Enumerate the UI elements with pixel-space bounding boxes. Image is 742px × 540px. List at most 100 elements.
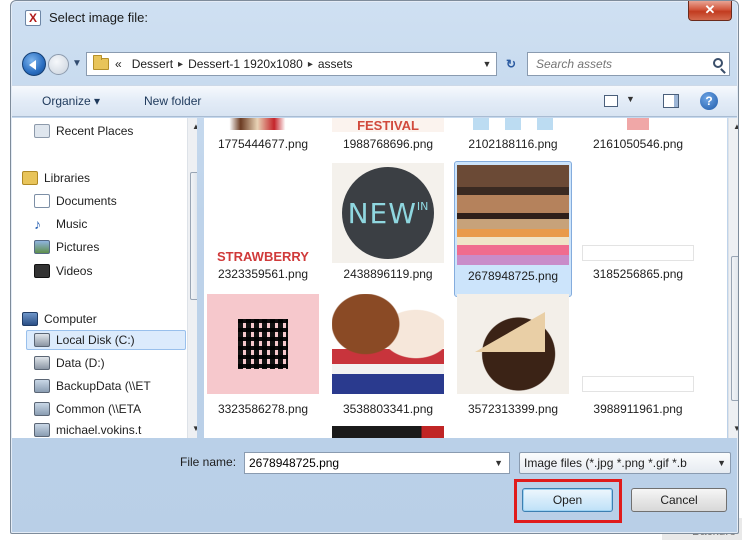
thumbnail-image bbox=[332, 294, 444, 394]
nav-label: Computer bbox=[44, 312, 97, 326]
music-note-icon: ♪ bbox=[34, 216, 41, 232]
nav-item-videos[interactable]: Videos bbox=[34, 264, 92, 278]
file-name-dropdown-icon[interactable]: ▼ bbox=[494, 458, 503, 468]
search-icon[interactable] bbox=[713, 58, 723, 68]
nav-item-music[interactable]: ♪ Music bbox=[34, 217, 87, 231]
preview-pane-icon[interactable] bbox=[663, 94, 679, 108]
thumbnail-text: FESTIVAL bbox=[357, 118, 419, 133]
help-icon[interactable]: ? bbox=[700, 92, 718, 110]
breadcrumb-separator-icon[interactable]: ▸ bbox=[178, 59, 183, 70]
file-name: 3988911961.png bbox=[593, 402, 683, 416]
nav-item-common[interactable]: Common (\\ETA bbox=[34, 402, 141, 416]
file-name: 2161050546.png bbox=[592, 137, 684, 151]
network-drive-icon bbox=[34, 402, 50, 416]
drive-icon bbox=[34, 333, 50, 347]
breadcrumb-dessert-1[interactable]: Dessert-1 1920x1080 bbox=[188, 57, 303, 71]
nav-item-pictures[interactable]: Pictures bbox=[34, 240, 99, 254]
nav-label: Recent Places bbox=[56, 124, 134, 138]
search-box[interactable] bbox=[527, 52, 730, 76]
nav-label: Local Disk (C:) bbox=[56, 333, 135, 347]
nav-item-libraries[interactable]: Libraries bbox=[22, 171, 90, 185]
thumbnail-text: STRAWBERRY bbox=[217, 249, 309, 264]
scroll-down-icon[interactable]: ▼ bbox=[192, 424, 197, 433]
cancel-button[interactable]: Cancel bbox=[631, 488, 727, 512]
network-drive-icon bbox=[34, 379, 50, 393]
nav-label: Videos bbox=[56, 264, 93, 278]
libraries-icon bbox=[22, 171, 38, 185]
nav-scrollbar[interactable]: ▲ ▼ bbox=[187, 118, 197, 438]
filter-dropdown-icon[interactable]: ▼ bbox=[717, 458, 726, 468]
badge-sup-text: IN bbox=[416, 199, 429, 213]
nav-label: Data (D:) bbox=[56, 356, 105, 370]
nav-item-local-disk[interactable]: Local Disk (C:) bbox=[34, 333, 135, 347]
nav-item-data-d[interactable]: Data (D:) bbox=[34, 356, 105, 370]
forward-arrow-icon[interactable] bbox=[48, 54, 69, 75]
breadcrumb-dessert[interactable]: Dessert bbox=[132, 57, 173, 71]
file-type-filter[interactable]: Image files (*.jpg *.png *.gif *.b ▼ bbox=[519, 452, 731, 474]
file-name: 2438896119.png bbox=[343, 267, 433, 281]
videos-icon bbox=[34, 264, 50, 278]
thumbnail-image bbox=[332, 426, 444, 438]
recent-places-icon bbox=[34, 124, 50, 138]
thumbnail-image: NEW IN bbox=[332, 163, 444, 263]
nav-item-documents[interactable]: Documents bbox=[34, 194, 117, 208]
nav-item-backupdata[interactable]: BackupData (\\ET bbox=[34, 379, 151, 393]
file-name-input[interactable] bbox=[245, 453, 475, 473]
nav-label: michael.vokins.t bbox=[56, 423, 142, 437]
file-name: 1988768696.png bbox=[342, 137, 434, 151]
address-dropdown-icon[interactable]: ▼ bbox=[478, 59, 496, 69]
nav-label: BackupData (\\ET bbox=[56, 379, 151, 393]
nav-label: Pictures bbox=[56, 240, 100, 254]
scroll-down-icon[interactable]: ▼ bbox=[733, 424, 738, 433]
nav-label: Music bbox=[56, 217, 88, 231]
file-name: 2678948725.png bbox=[467, 269, 559, 283]
file-scroll-thumb[interactable] bbox=[731, 256, 738, 401]
title-bar: X Select image file: ✕ bbox=[11, 1, 738, 35]
nav-label: Libraries bbox=[44, 171, 91, 185]
pictures-icon bbox=[34, 240, 50, 254]
nav-item-computer[interactable]: Computer bbox=[22, 312, 97, 326]
thumbnail-image bbox=[207, 118, 319, 130]
navigation-pane: Recent Places Libraries Documents ♪ Musi… bbox=[12, 118, 197, 438]
breadcrumb-separator-icon[interactable]: ▸ bbox=[308, 59, 313, 70]
qr-code-icon bbox=[238, 319, 288, 369]
new-folder-button[interactable]: New folder bbox=[144, 94, 201, 108]
thumbnail-image bbox=[582, 376, 694, 392]
network-drive-icon bbox=[34, 423, 50, 437]
scroll-up-icon[interactable]: ▲ bbox=[192, 122, 197, 131]
nav-item-recent-places[interactable]: Recent Places bbox=[34, 124, 133, 138]
breadcrumb-assets[interactable]: assets bbox=[318, 57, 353, 71]
documents-icon bbox=[34, 194, 50, 208]
nav-item-michael[interactable]: michael.vokins.t bbox=[34, 423, 141, 437]
scroll-up-icon[interactable]: ▲ bbox=[733, 122, 738, 131]
file-name: 3572313399.png bbox=[467, 402, 559, 416]
thumbnail-image: STRAWBERRY bbox=[207, 249, 319, 265]
drive-icon bbox=[34, 356, 50, 370]
search-input[interactable] bbox=[536, 57, 696, 71]
file-name: 3538803341.png bbox=[342, 402, 434, 416]
view-options-icon[interactable] bbox=[604, 95, 618, 107]
thumbnail-image bbox=[582, 245, 694, 261]
command-toolbar: Organize ▾ New folder ▼ ? bbox=[12, 85, 737, 117]
address-bar[interactable]: « Dessert ▸ Dessert-1 1920x1080 ▸ assets… bbox=[86, 52, 497, 76]
thumbnail-image bbox=[457, 118, 569, 130]
app-icon: X bbox=[25, 10, 41, 26]
file-name: 3185256865.png bbox=[592, 267, 684, 281]
open-button-highlight-annotation bbox=[514, 479, 622, 523]
breadcrumb-overflow[interactable]: « bbox=[115, 57, 122, 71]
thumbnail-image bbox=[457, 165, 569, 265]
back-arrow-icon[interactable] bbox=[22, 52, 46, 76]
badge-text: NEW bbox=[347, 196, 417, 230]
close-button[interactable]: ✕ bbox=[688, 1, 732, 21]
nav-scroll-thumb[interactable] bbox=[190, 172, 197, 300]
file-scrollbar[interactable]: ▲ ▼ bbox=[728, 118, 738, 438]
thumbnail-image bbox=[582, 118, 694, 130]
thumbnail-image bbox=[207, 294, 319, 394]
recent-locations-chevron-icon[interactable]: ▼ bbox=[71, 56, 83, 72]
view-dropdown-icon[interactable]: ▼ bbox=[626, 94, 635, 104]
file-type-filter-label: Image files (*.jpg *.png *.gif *.b bbox=[524, 456, 687, 470]
organize-button[interactable]: Organize ▾ bbox=[42, 94, 100, 108]
refresh-icon[interactable]: ↻ bbox=[499, 52, 523, 76]
folder-icon bbox=[93, 55, 109, 70]
file-name-combobox[interactable]: ▼ bbox=[244, 452, 510, 474]
